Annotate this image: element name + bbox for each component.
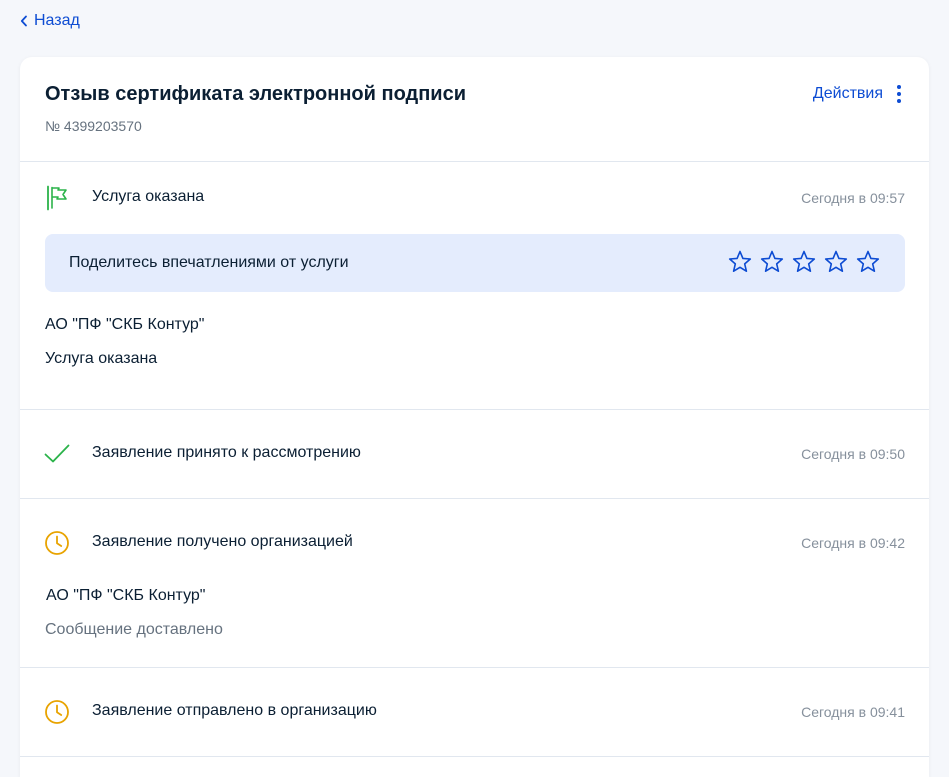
star-icon[interactable] <box>791 249 817 275</box>
page-title: Отзыв сертификата электронной подписи <box>45 83 467 105</box>
back-link[interactable]: Назад <box>20 10 80 32</box>
event-time: Сегодня в 09:50 <box>801 446 905 462</box>
clock-icon <box>44 530 70 556</box>
star-icon[interactable] <box>759 249 785 275</box>
timeline-event: Услуга оказана Сегодня в 09:57 Поделитес… <box>20 162 929 410</box>
star-icon[interactable] <box>823 249 849 275</box>
rating-stars <box>727 249 881 275</box>
event-title: Заявление получено организацией <box>92 533 353 550</box>
event-status: Сообщение доставлено <box>45 621 223 638</box>
application-card: Отзыв сертификата электронной подписи № … <box>20 57 929 777</box>
event-title: Заявление принято к рассмотрению <box>92 444 361 461</box>
feedback-banner: Поделитесь впечатлениями от услуги <box>45 234 905 292</box>
checkmark-icon <box>44 441 70 467</box>
timeline-event: Заявление принято к рассмотрению Сегодня… <box>20 410 929 499</box>
organization-name: АО "ПФ "СКБ Контур" <box>45 316 205 333</box>
event-time: Сегодня в 09:41 <box>801 704 905 720</box>
feedback-text: Поделитесь впечатлениями от услуги <box>69 254 349 271</box>
application-number: № 4399203570 <box>45 118 142 134</box>
more-vertical-icon <box>893 83 905 105</box>
event-title: Услуга оказана <box>92 188 205 205</box>
card-header: Отзыв сертификата электронной подписи № … <box>20 57 929 162</box>
organization-name: АО "ПФ "СКБ Контур" <box>46 587 206 604</box>
star-icon[interactable] <box>727 249 753 275</box>
actions-label: Действия <box>812 85 883 102</box>
chevron-left-icon <box>20 15 27 27</box>
flag-icon <box>44 185 70 211</box>
timeline-event: Заявление получено организацией Сегодня … <box>20 499 929 668</box>
clock-icon <box>44 699 70 725</box>
event-time: Сегодня в 09:42 <box>801 535 905 551</box>
back-label: Назад <box>34 12 80 29</box>
actions-button[interactable]: Действия <box>813 83 905 105</box>
event-time: Сегодня в 09:57 <box>801 190 905 206</box>
timeline-event: Заявление отправлено в организацию Сегод… <box>20 668 929 757</box>
event-status: Услуга оказана <box>45 350 158 367</box>
event-title: Заявление отправлено в организацию <box>92 702 377 719</box>
star-icon[interactable] <box>855 249 881 275</box>
